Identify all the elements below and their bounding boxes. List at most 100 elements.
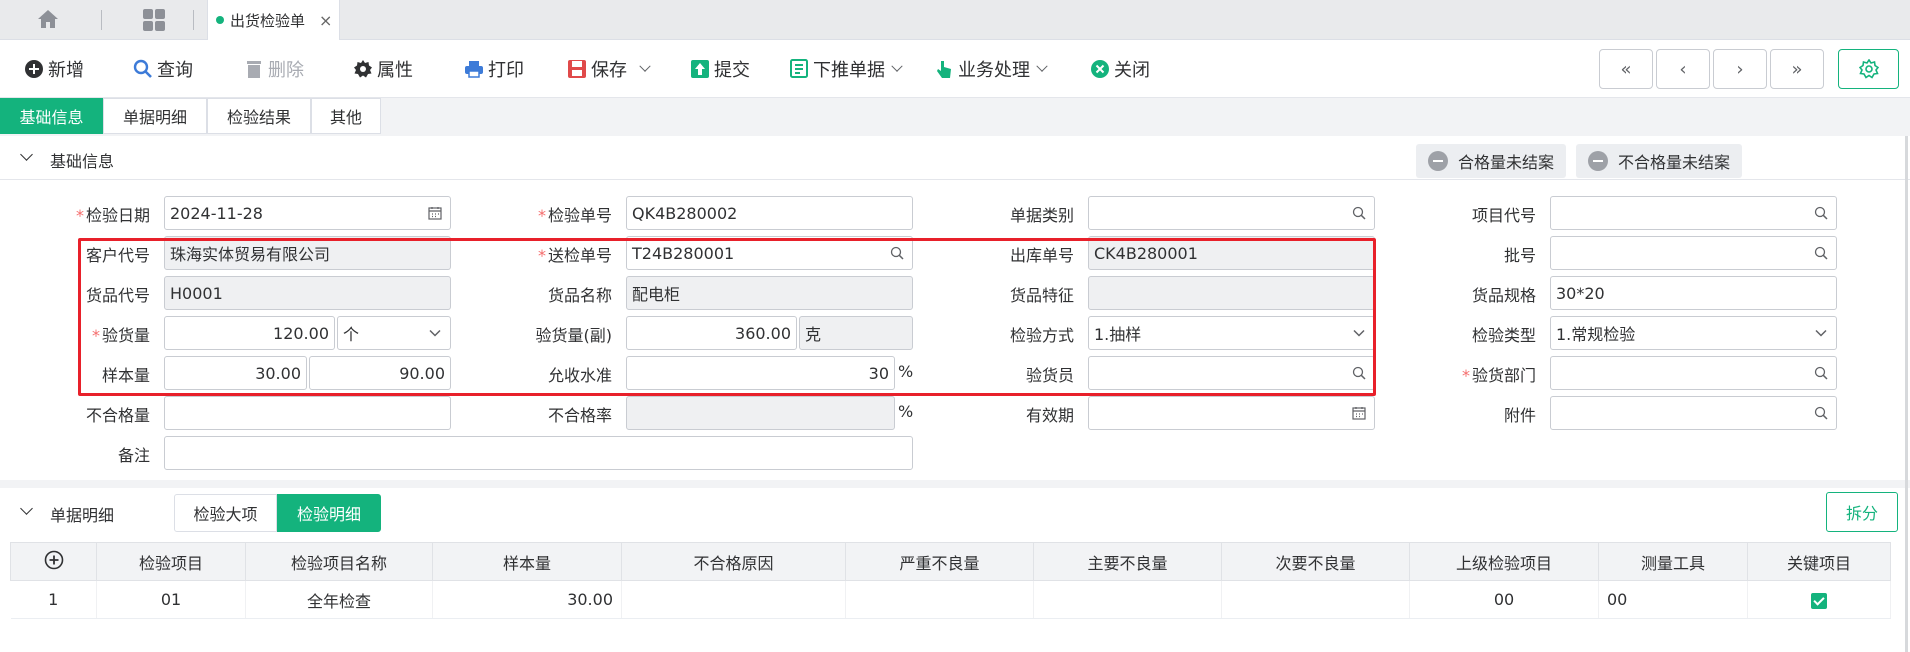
inspection-dept-field[interactable] — [1550, 356, 1837, 390]
measuring-tool-cell[interactable]: 00 — [1598, 580, 1748, 619]
search-icon[interactable] — [1814, 406, 1828, 420]
plus-circle-icon — [24, 59, 44, 79]
defect-qty-field[interactable] — [164, 396, 451, 430]
search-icon[interactable] — [1814, 366, 1828, 380]
detail-title: 单据明细 — [50, 506, 115, 525]
inspection-item-name-cell[interactable]: 全年检查 — [245, 580, 433, 619]
outbound-no-label: 出库单号 — [1009, 246, 1074, 265]
prev-record-button[interactable]: ‹ — [1656, 49, 1710, 89]
inspection-method-select[interactable]: 1.抽样 — [1088, 316, 1375, 350]
severe-defect-cell[interactable] — [845, 580, 1034, 619]
push-down-button[interactable]: 下推单据 — [789, 55, 903, 83]
inspect-qty-label: * 验货量 — [91, 326, 150, 345]
column-header[interactable]: 检验项目名称 — [245, 542, 433, 581]
settings-button[interactable] — [1838, 49, 1899, 89]
column-header[interactable]: 主要不良量 — [1033, 542, 1222, 581]
split-button[interactable]: 拆分 — [1826, 492, 1898, 532]
column-header[interactable]: 测量工具 — [1598, 542, 1748, 581]
expiry-field[interactable] — [1088, 396, 1375, 430]
add-row-header[interactable] — [10, 542, 97, 581]
business-button[interactable]: 业务处理 — [934, 55, 1048, 83]
gear-icon — [1858, 59, 1879, 79]
column-header[interactable]: 上级检验项目 — [1409, 542, 1599, 581]
panel-header: 基础信息 合格量未结案 不合格量未结案 — [0, 136, 1910, 180]
first-record-button[interactable]: « — [1599, 49, 1653, 89]
delete-label: 删除 — [268, 60, 304, 81]
last-record-button[interactable]: » — [1770, 49, 1824, 89]
batch-label: 批号 — [1503, 246, 1536, 265]
table-row[interactable]: 1 01 全年检查 30.00 00 00 — [10, 580, 1891, 619]
sample-qty-secondary-field[interactable]: 90.00 — [309, 356, 451, 390]
close-icon[interactable]: × — [319, 11, 332, 30]
delete-button[interactable]: 删除 — [244, 55, 304, 83]
search-icon[interactable] — [1352, 206, 1366, 220]
column-header[interactable]: 严重不良量 — [845, 542, 1034, 581]
close-button[interactable]: 关闭 — [1090, 55, 1150, 83]
sample-qty-cell[interactable]: 30.00 — [432, 580, 622, 619]
inspect-qty-secondary-field[interactable]: 360.00 — [626, 316, 797, 350]
key-item-checkbox[interactable] — [1811, 592, 1827, 609]
search-icon[interactable] — [1814, 206, 1828, 220]
goods-spec-field[interactable]: 30*20 — [1550, 276, 1837, 310]
plus-circle-icon[interactable] — [44, 550, 64, 570]
properties-button[interactable]: 属性 — [353, 55, 413, 83]
column-header[interactable]: 样本量 — [432, 542, 622, 581]
customer-code-field: 珠海实体贸易有限公司 — [164, 236, 451, 270]
minor-defect-cell[interactable] — [1221, 580, 1410, 619]
tab-basic-info[interactable]: 基础信息 — [0, 98, 103, 134]
query-button[interactable]: 查询 — [133, 55, 193, 83]
percent-sign: % — [898, 362, 914, 381]
send-inspection-no-field[interactable]: T24B280001 — [626, 236, 913, 270]
save-button[interactable]: 保存 — [567, 55, 651, 83]
item-code-field[interactable] — [1550, 196, 1837, 230]
defect-rate-field — [626, 396, 895, 430]
tab-inspection-category[interactable]: 检验大项 — [174, 494, 277, 532]
inspection-no-field[interactable]: QK4B280002 — [626, 196, 913, 230]
inspector-field[interactable] — [1088, 356, 1375, 390]
column-header[interactable]: 次要不良量 — [1221, 542, 1410, 581]
tab-inspection-detail[interactable]: 检验明细 — [277, 494, 381, 532]
inspect-qty-field[interactable]: 120.00 — [164, 316, 335, 350]
doc-type-field[interactable] — [1088, 196, 1375, 230]
next-record-button[interactable]: › — [1713, 49, 1767, 89]
attachment-field[interactable] — [1550, 396, 1837, 430]
column-header[interactable]: 关键项目 — [1747, 542, 1891, 581]
defect-reason-cell[interactable] — [621, 580, 846, 619]
fail-qty-not-closed-button[interactable]: 不合格量未结案 — [1576, 144, 1742, 178]
search-icon[interactable] — [1814, 246, 1828, 260]
search-icon[interactable] — [890, 246, 904, 260]
inspection-type-select[interactable]: 1.常规检验 — [1550, 316, 1837, 350]
chevron-down-icon[interactable] — [20, 148, 33, 161]
batch-field[interactable] — [1550, 236, 1837, 270]
tab-outbound-inspection[interactable]: 出货检验单 × — [207, 0, 340, 40]
scrollbar[interactable] — [1905, 136, 1908, 652]
tab-inspection-result[interactable]: 检验结果 — [207, 98, 311, 134]
tab-doc-detail[interactable]: 单据明细 — [103, 98, 207, 134]
inspection-date-field[interactable]: 2024-11-28 — [164, 196, 451, 230]
goods-name-label: 货品名称 — [547, 286, 612, 305]
tab-other[interactable]: 其他 — [311, 98, 381, 134]
remark-field[interactable] — [164, 436, 913, 470]
major-defect-cell[interactable] — [1033, 580, 1222, 619]
pass-qty-not-closed-button[interactable]: 合格量未结案 — [1416, 144, 1566, 178]
inspection-item-cell[interactable]: 01 — [96, 580, 246, 619]
new-button[interactable]: 新增 — [24, 55, 84, 83]
document-icon — [789, 59, 809, 79]
apps-grid-icon[interactable] — [143, 9, 165, 31]
percent-sign: % — [898, 402, 914, 421]
chevron-down-icon[interactable] — [20, 502, 33, 515]
sample-qty-field[interactable]: 30.00 — [164, 356, 307, 390]
divider — [193, 10, 194, 30]
parent-item-cell[interactable]: 00 — [1409, 580, 1599, 619]
inspect-unit-select[interactable]: 个 — [337, 316, 451, 350]
column-header[interactable]: 不合格原因 — [621, 542, 846, 581]
key-item-cell[interactable] — [1747, 580, 1891, 619]
print-button[interactable]: 打印 — [464, 55, 524, 83]
defect-qty-label: 不合格量 — [85, 406, 150, 425]
search-icon[interactable] — [1352, 366, 1366, 380]
submit-button[interactable]: 提交 — [690, 55, 750, 83]
aql-field[interactable]: 30 — [626, 356, 895, 390]
home-icon[interactable] — [36, 8, 62, 32]
column-header[interactable]: 检验项目 — [96, 542, 246, 581]
new-label: 新增 — [48, 60, 84, 81]
